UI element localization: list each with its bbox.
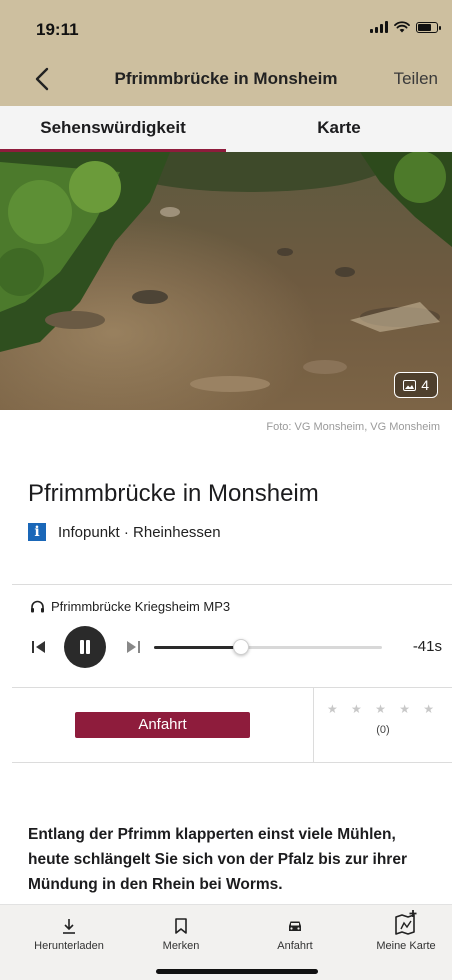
wifi-icon: [394, 21, 410, 33]
tab-sight[interactable]: Sehenswürdigkeit: [0, 106, 226, 152]
poi-title: Pfrimmbrücke in Monsheim: [28, 480, 319, 507]
audio-progress-played: [154, 646, 241, 649]
river-photo-image: [0, 152, 452, 410]
download-label: Herunterladen: [34, 940, 104, 952]
poi-category: i Infopunkt · Rheinhessen: [28, 523, 221, 541]
download-button[interactable]: Herunterladen: [28, 917, 110, 952]
poi-photo[interactable]: 4: [0, 152, 452, 410]
home-indicator[interactable]: [156, 969, 318, 974]
tab-bar: Sehenswürdigkeit Karte: [0, 106, 452, 152]
skip-forward-icon[interactable]: [124, 638, 142, 656]
my-map-button[interactable]: Meine Karte: [366, 909, 446, 952]
photo-credit: Foto: VG Monsheim, VG Monsheim: [266, 421, 440, 433]
divider: [12, 762, 452, 763]
rating-count: (0): [376, 724, 390, 736]
photo-count: 4: [421, 377, 429, 393]
star-rating-icons[interactable]: ★ ★ ★ ★ ★: [314, 702, 452, 716]
download-icon: [63, 919, 75, 934]
divider: [12, 687, 452, 688]
skip-back-icon[interactable]: [30, 638, 48, 656]
system-icons: [370, 21, 441, 33]
headphones-icon: [31, 600, 44, 613]
page-title: Pfrimmbrücke in Monsheim: [114, 69, 338, 88]
bookmark-button[interactable]: Merken: [150, 917, 212, 952]
image-icon: [403, 379, 417, 391]
route-button[interactable]: Anfahrt: [75, 712, 250, 738]
directions-button[interactable]: Anfahrt: [264, 917, 326, 952]
category-label: Infopunkt · Rheinhessen: [58, 523, 221, 541]
rating[interactable]: ★ ★ ★ ★ ★ (0): [314, 702, 452, 736]
audio-label: Pfrimmbrücke Kriegsheim MP3: [51, 599, 231, 614]
audio-progress-knob[interactable]: [232, 639, 249, 655]
bookmark-label: Merken: [162, 940, 200, 952]
audio-player: -41s: [30, 626, 442, 668]
status-time: 19:11: [36, 20, 79, 39]
car-icon: [289, 921, 301, 931]
info-point-icon: i: [28, 523, 46, 541]
directions-label: Anfahrt: [277, 940, 313, 952]
battery-icon: [416, 21, 441, 33]
audio-title: Pfrimmbrücke Kriegsheim MP3: [30, 599, 230, 614]
tab-map[interactable]: Karte: [226, 106, 452, 152]
photo-count-badge[interactable]: 4: [394, 372, 438, 398]
divider: [12, 584, 452, 585]
signal-icon: [370, 21, 388, 33]
time-remaining: -41s: [412, 638, 442, 655]
status-bar: 19:11: [0, 0, 452, 52]
share-button[interactable]: Teilen: [394, 69, 438, 89]
header: 19:11 Pfrimmbrücke in Monsheim Teilen: [0, 0, 452, 106]
map-add-icon: [395, 910, 417, 935]
pause-button[interactable]: [64, 626, 106, 668]
audio-progress-slider[interactable]: [154, 639, 382, 655]
my-map-label: Meine Karte: [376, 940, 436, 952]
poi-description: Entlang der Pfrimm klapperten einst viel…: [28, 826, 407, 893]
bookmark-icon: [175, 918, 187, 934]
nav-bar: Pfrimmbrücke in Monsheim Teilen: [0, 52, 452, 106]
